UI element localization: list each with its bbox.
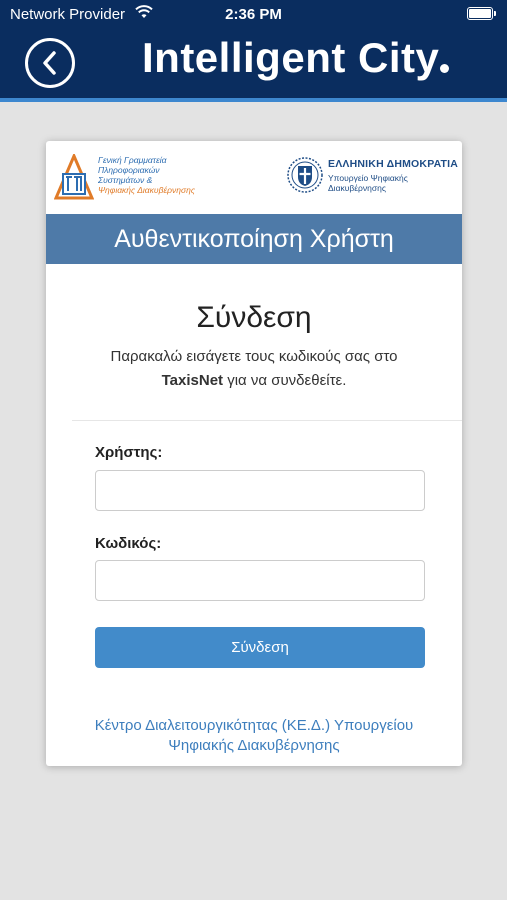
- login-heading: Σύνδεση: [196, 301, 312, 334]
- login-card: Γενική Γραμματεία Πληροφοριακών Συστημάτ…: [46, 141, 462, 766]
- interoperability-center-link[interactable]: Κέντρο Διαλειτουργικότητας (ΚΕ.Δ.) Υπουρ…: [46, 716, 462, 756]
- username-input[interactable]: [95, 470, 425, 511]
- taxisnet-label: TaxisNet: [161, 372, 224, 389]
- password-label: Κωδικός:: [95, 535, 162, 552]
- title-dot: [440, 64, 449, 73]
- password-input[interactable]: [95, 560, 425, 601]
- gov-logo-text: ΕΛΛΗΝΙΚΗ ΔΗΜΟΚΡΑΤΙΑ Υπουργείο Ψηφιακής Δ…: [328, 158, 459, 193]
- username-label: Χρήστης:: [95, 444, 163, 461]
- app-header: Network Provider 2:36 PM Intelligent Cit…: [0, 0, 507, 102]
- status-bar: Network Provider 2:36 PM: [0, 0, 507, 28]
- login-button[interactable]: Σύνδεση: [95, 627, 425, 668]
- back-button[interactable]: [25, 38, 75, 88]
- greek-emblem-icon: [287, 157, 323, 193]
- auth-banner: Αυθεντικοποίηση Χρήστη: [46, 214, 462, 264]
- status-time: 2:36 PM: [225, 6, 282, 23]
- gsis-logo-text: Γενική Γραμματεία Πληροφοριακών Συστημάτ…: [98, 155, 195, 195]
- logos-row: Γενική Γραμματεία Πληροφοριακών Συστημάτ…: [46, 141, 462, 213]
- login-description: Παρακαλώ εισάγετε τους κωδικούς σας στο …: [110, 348, 398, 389]
- battery-icon: [467, 7, 496, 20]
- divider: [72, 420, 462, 421]
- app-title: Intelligent City: [142, 34, 440, 81]
- chevron-left-icon: [43, 51, 56, 75]
- gsis-logo: [54, 154, 94, 200]
